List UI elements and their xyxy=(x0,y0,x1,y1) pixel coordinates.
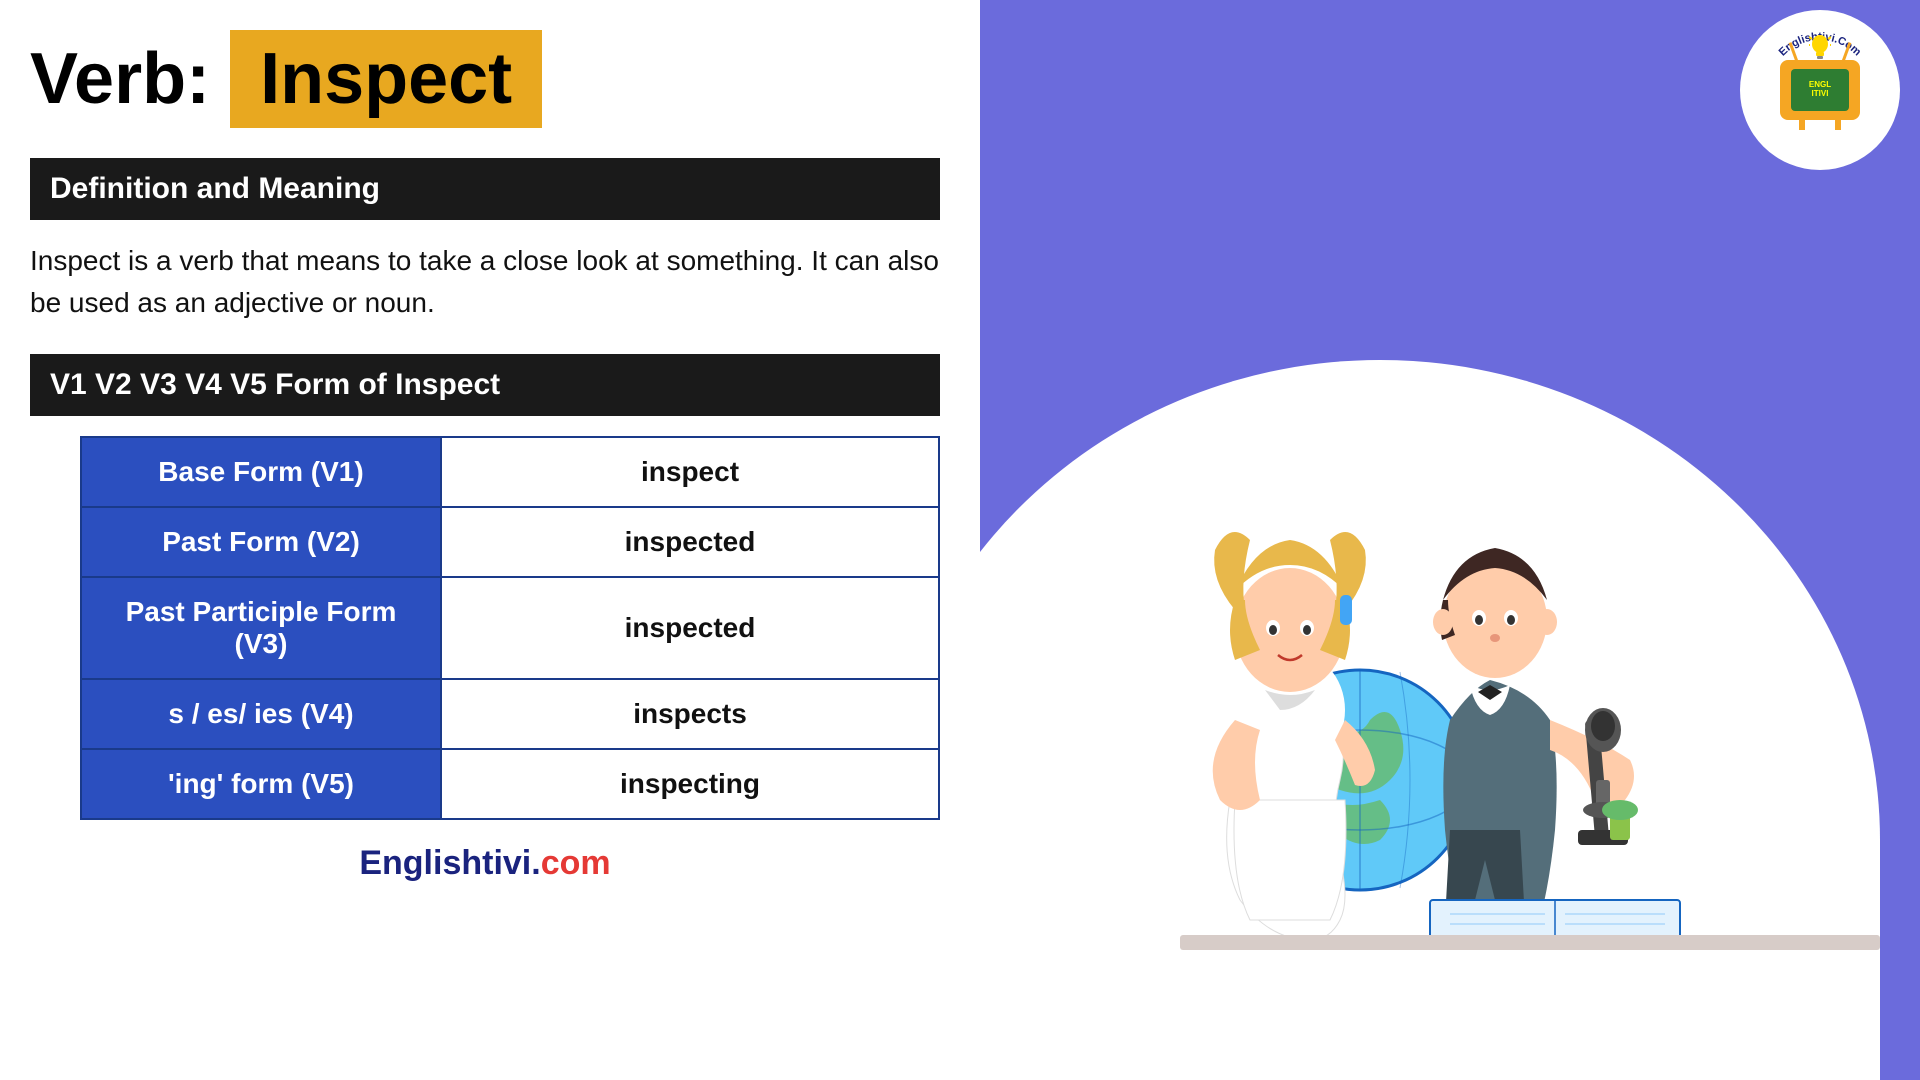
definition-heading: Definition and Meaning xyxy=(30,158,940,220)
form-value-1: inspect xyxy=(441,437,939,507)
verb-forms-table: Base Form (V1)inspectPast Form (V2)inspe… xyxy=(80,436,940,820)
table-row: s / es/ ies (V4)inspects xyxy=(81,679,939,749)
table-row: 'ing' form (V5)inspecting xyxy=(81,749,939,819)
form-value-2: inspected xyxy=(441,507,939,577)
verb-label: Verb: xyxy=(30,38,210,120)
form-label-2: Past Form (V2) xyxy=(81,507,441,577)
forms-heading: V1 V2 V3 V4 V5 Form of Inspect xyxy=(30,354,940,416)
logo-tv-screen: ENGLITIVI xyxy=(1791,69,1849,111)
title-highlight: Inspect xyxy=(230,30,542,128)
children-illustration xyxy=(980,0,1920,1080)
bulb-icon xyxy=(1809,34,1831,62)
children-svg xyxy=(980,0,1920,1080)
title-row: Verb: Inspect xyxy=(30,30,940,128)
logo-tv: ENGLITIVI xyxy=(1780,60,1860,120)
logo-circle: Englishtivi.Com xyxy=(1740,10,1900,170)
footer-brand: Englishtivi.com xyxy=(30,844,940,883)
logo-leg-left xyxy=(1799,118,1805,130)
form-value-4: inspects xyxy=(441,679,939,749)
table-row: Past Form (V2)inspected xyxy=(81,507,939,577)
form-label-4: s / es/ ies (V4) xyxy=(81,679,441,749)
form-value-5: inspecting xyxy=(441,749,939,819)
logo-tv-legs xyxy=(1799,118,1841,130)
form-label-3: Past Participle Form (V3) xyxy=(81,577,441,679)
definition-text: Inspect is a verb that means to take a c… xyxy=(30,240,940,324)
left-panel: Verb: Inspect Definition and Meaning Ins… xyxy=(0,0,980,1080)
table-row: Past Participle Form (V3)inspected xyxy=(81,577,939,679)
logo-tv-text: ENGLITIVI xyxy=(1809,81,1831,99)
form-value-3: inspected xyxy=(441,577,939,679)
form-label-5: 'ing' form (V5) xyxy=(81,749,441,819)
brand-blue: Englishtivi xyxy=(359,844,531,882)
form-label-1: Base Form (V1) xyxy=(81,437,441,507)
logo-inner: Englishtivi.Com xyxy=(1750,20,1890,160)
right-panel: Englishtivi.Com xyxy=(980,0,1920,1080)
table-row: Base Form (V1)inspect xyxy=(81,437,939,507)
logo-leg-right xyxy=(1835,118,1841,130)
brand-dot: . xyxy=(531,844,540,882)
brand-red: com xyxy=(541,844,611,882)
